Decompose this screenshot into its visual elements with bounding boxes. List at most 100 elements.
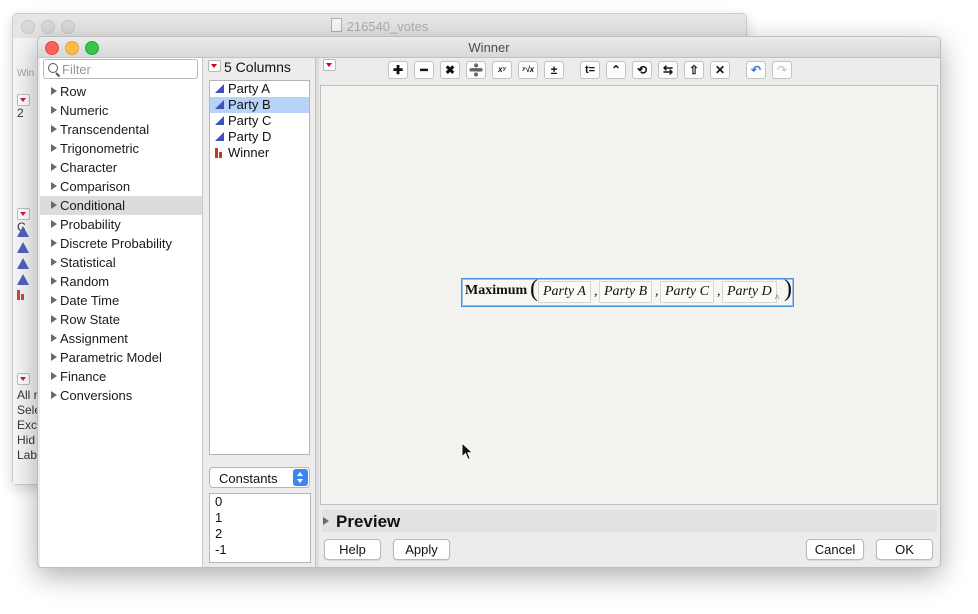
ok-button[interactable]: OK [876, 539, 933, 560]
constants-select[interactable]: Constants [209, 467, 310, 488]
splitter[interactable] [315, 58, 319, 567]
formula-argument[interactable]: Party C [660, 281, 714, 303]
bg-fragment: Exc [17, 418, 38, 432]
close-paren: ) [784, 276, 792, 302]
formula-canvas[interactable]: Maximum ( Party A , Party B , Party C , … [320, 85, 938, 505]
category-comparison[interactable]: Comparison [40, 177, 202, 196]
multiply-icon[interactable]: ✖ [440, 61, 460, 79]
disclosure-triangle-icon[interactable] [51, 372, 57, 380]
constant-item[interactable]: -1 [210, 542, 310, 558]
category-finance[interactable]: Finance [40, 367, 202, 386]
continuous-icon [17, 258, 29, 272]
column-item-winner[interactable]: Winner [210, 145, 309, 161]
red-triangle-menu-icon[interactable] [17, 207, 30, 220]
category-trigonometric[interactable]: Trigonometric [40, 139, 202, 158]
formula-editor-window: Winner Filter Row Numeric Transcendental… [37, 36, 941, 568]
disclosure-triangle-icon[interactable] [51, 106, 57, 114]
continuous-icon [17, 274, 29, 288]
disclosure-triangle-icon[interactable] [51, 87, 57, 95]
disclosure-triangle-icon[interactable] [51, 315, 57, 323]
add-icon[interactable]: ✚ [388, 61, 408, 79]
titlebar: Winner [38, 37, 940, 58]
column-list: Party A Party B Party C Party D Winner [209, 80, 310, 455]
red-triangle-menu-icon[interactable] [17, 372, 30, 385]
divide-icon[interactable]: ➗ [466, 61, 486, 79]
constant-item[interactable]: 2 [210, 526, 310, 542]
filter-placeholder: Filter [62, 62, 91, 77]
comma: , [655, 284, 659, 299]
red-triangle-menu-icon[interactable] [208, 60, 221, 72]
disclosure-triangle-icon[interactable] [323, 517, 329, 525]
subtract-icon[interactable]: ━ [414, 61, 434, 79]
formula-argument[interactable]: Party B [599, 281, 653, 303]
constant-item[interactable]: 0 [210, 494, 310, 510]
cancel-button[interactable]: Cancel [806, 539, 864, 560]
assign-icon[interactable]: t= [580, 61, 600, 79]
background-window-title: 216540_votes [13, 18, 746, 34]
function-category-list: Row Numeric Transcendental Trigonometric… [40, 82, 202, 405]
category-statistical[interactable]: Statistical [40, 253, 202, 272]
bg-fragment: All r [17, 388, 38, 402]
continuous-icon [215, 100, 224, 109]
search-icon [48, 63, 58, 73]
root-icon[interactable]: ʸ√x [518, 61, 538, 79]
raise-icon[interactable]: ⌃ [606, 61, 626, 79]
filter-field[interactable]: Filter [43, 59, 198, 79]
column-item-party-b[interactable]: Party B [210, 97, 309, 113]
clear-icon[interactable]: ✕ [710, 61, 730, 79]
disclosure-triangle-icon[interactable] [51, 201, 57, 209]
category-row[interactable]: Row [40, 82, 202, 101]
red-triangle-menu-icon[interactable] [323, 59, 336, 71]
undo-icon[interactable]: ↶ [746, 61, 766, 79]
disclosure-triangle-icon[interactable] [51, 353, 57, 361]
formula-argument[interactable]: Party A [538, 281, 591, 303]
disclosure-triangle-icon[interactable] [51, 277, 57, 285]
column-item-party-d[interactable]: Party D [210, 129, 309, 145]
continuous-icon [17, 226, 29, 240]
constants-select-value: Constants [219, 471, 278, 486]
constant-item[interactable]: 1 [210, 510, 310, 526]
category-assignment[interactable]: Assignment [40, 329, 202, 348]
disclosure-triangle-icon[interactable] [51, 163, 57, 171]
category-row-state[interactable]: Row State [40, 310, 202, 329]
function-name[interactable]: Maximum [465, 283, 527, 299]
disclosure-triangle-icon[interactable] [51, 182, 57, 190]
category-conditional[interactable]: Conditional [40, 196, 202, 215]
apply-button[interactable]: Apply [393, 539, 450, 560]
category-parametric-model[interactable]: Parametric Model [40, 348, 202, 367]
disclosure-triangle-icon[interactable] [51, 144, 57, 152]
plus-minus-icon[interactable]: ± [544, 61, 564, 79]
disclosure-triangle-icon[interactable] [51, 391, 57, 399]
disclosure-triangle-icon[interactable] [51, 239, 57, 247]
nominal-icon [215, 148, 225, 158]
category-transcendental[interactable]: Transcendental [40, 120, 202, 139]
red-triangle-menu-icon[interactable] [17, 93, 30, 106]
category-character[interactable]: Character [40, 158, 202, 177]
bg-fragment: Hid [17, 433, 36, 447]
help-button[interactable]: Help [324, 539, 381, 560]
swap-icon[interactable]: ⇆ [658, 61, 678, 79]
comma: , [717, 284, 721, 299]
category-probability[interactable]: Probability [40, 215, 202, 234]
disclosure-triangle-icon[interactable] [51, 258, 57, 266]
category-date-time[interactable]: Date Time [40, 291, 202, 310]
chevron-updown-icon [293, 469, 308, 486]
disclosure-triangle-icon[interactable] [51, 220, 57, 228]
preview-section[interactable]: Preview [322, 510, 937, 532]
category-random[interactable]: Random [40, 272, 202, 291]
column-item-party-c[interactable]: Party C [210, 113, 309, 129]
category-conversions[interactable]: Conversions [40, 386, 202, 405]
disclosure-triangle-icon[interactable] [51, 296, 57, 304]
peel-icon[interactable]: ⇧ [684, 61, 704, 79]
column-item-party-a[interactable]: Party A [210, 81, 309, 97]
category-numeric[interactable]: Numeric [40, 101, 202, 120]
local-icon[interactable]: ⟲ [632, 61, 652, 79]
power-icon[interactable]: xʸ [492, 61, 512, 79]
disclosure-triangle-icon[interactable] [51, 334, 57, 342]
comma: , [594, 284, 598, 299]
formula-argument[interactable]: Party D [722, 281, 777, 303]
category-discrete-probability[interactable]: Discrete Probability [40, 234, 202, 253]
disclosure-triangle-icon[interactable] [51, 125, 57, 133]
formula-expression[interactable]: Maximum ( Party A , Party B , Party C , … [461, 276, 794, 307]
continuous-icon [17, 242, 29, 256]
